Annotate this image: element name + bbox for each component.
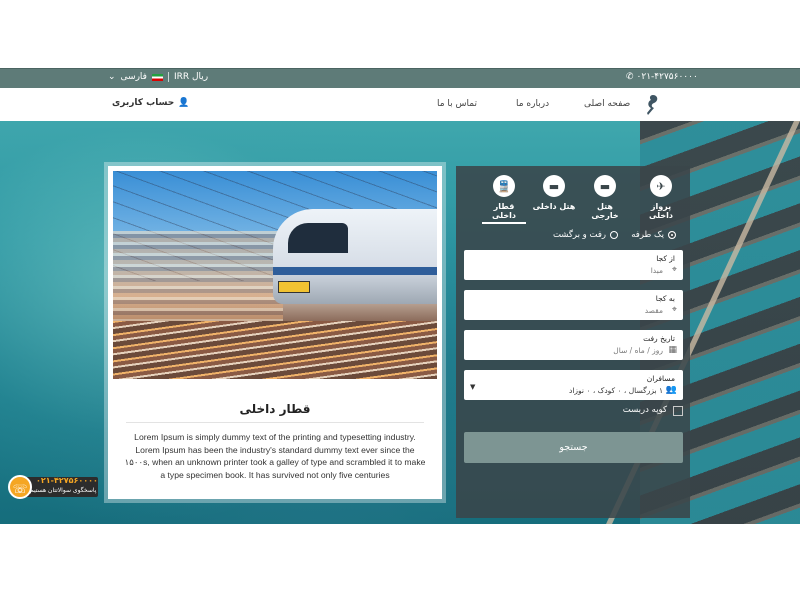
main-nav: صفحه اصلی درباره ما تماس با ما حساب کارب… <box>0 88 800 121</box>
radio-label: یک طرفه <box>631 230 664 240</box>
coupe-checkbox[interactable] <box>673 406 683 416</box>
origin-field[interactable]: از کجا ⌖ مبدا <box>464 250 683 280</box>
divider <box>167 72 169 82</box>
card-divider <box>126 422 424 423</box>
railway-track <box>113 321 437 379</box>
tab-label: قطار داخلی <box>492 202 516 220</box>
radio-dot <box>668 231 676 239</box>
tab-domestic-train[interactable]: 🚆 قطار داخلی <box>482 172 526 224</box>
info-card: قطار داخلی Lorem Ipsum is simply dummy t… <box>108 166 442 499</box>
card-title: قطار داخلی <box>239 402 311 416</box>
phone-icon: ✆ <box>626 72 634 82</box>
top-bar: ✆ ۰۲۱-۴۲۷۵۶۰۰۰۰ ⌄ فارسی IRR ریال <box>0 68 800 88</box>
locale-selector[interactable]: ⌄ فارسی IRR ریال <box>108 72 208 82</box>
nav-contact[interactable]: تماس با ما <box>437 99 477 109</box>
language-label[interactable]: فارسی <box>121 72 147 82</box>
top-phone-number: ۰۲۱-۴۲۷۵۶۰۰۰۰ <box>636 72 698 82</box>
field-label: مسافران <box>646 374 675 383</box>
search-panel: ✈ پرواز داخلی ▬ هتل خارجی ▬ هتل داخلی 🚆 … <box>456 166 690 518</box>
tab-label: هتل خارجی <box>591 202 619 220</box>
support-widget[interactable]: ☏ ۰۲۱-۴۲۷۵۶۰۰۰۰ پاسخگوی سوالاتتان هستیم <box>6 475 98 499</box>
origin-input[interactable]: مبدا <box>651 266 663 275</box>
bed-icon: ▬ <box>543 175 565 197</box>
radio-oneway[interactable]: یک طرفه <box>631 230 676 240</box>
airplane-icon: ✈ <box>650 175 672 197</box>
account-label: حساب کاربری <box>112 98 175 108</box>
field-label: تاریخ رفت <box>643 334 675 343</box>
train-photo <box>113 171 437 379</box>
support-caption: پاسخگوی سوالاتتان هستیم <box>30 487 97 494</box>
location-pin-icon: ⌖ <box>671 265 677 275</box>
users-icon: 👥 <box>665 385 677 395</box>
chevron-down-icon: ⌄ <box>108 72 116 82</box>
radio-roundtrip[interactable]: رفت و برگشت <box>553 230 618 240</box>
train-windshield <box>288 223 348 253</box>
caret-down-icon[interactable]: ▼ <box>470 383 475 391</box>
date-input[interactable]: روز / ماه / سال <box>613 346 663 355</box>
train-stripe <box>273 267 437 275</box>
field-label: به کجا <box>655 294 675 303</box>
search-button[interactable]: جستجو <box>464 432 683 463</box>
tab-domestic-hotel[interactable]: ▬ هتل داخلی <box>532 172 576 211</box>
nav-about[interactable]: درباره ما <box>516 99 549 109</box>
user-icon: 👤 <box>178 98 190 108</box>
coupe-label: کوپه دربست <box>622 405 667 415</box>
train-nose <box>278 281 310 293</box>
passengers-field[interactable]: مسافران 👥 ۱ بزرگسال ، ۰ کودک ، ۰ نوزاد ▼ <box>464 370 683 400</box>
coupe-option[interactable]: کوپه دربست <box>464 405 683 419</box>
location-pin-icon: ⌖ <box>671 305 677 315</box>
nav-home[interactable]: صفحه اصلی <box>584 99 630 109</box>
trip-type: یک طرفه رفت و برگشت <box>456 230 686 244</box>
account-link[interactable]: حساب کاربری 👤 <box>112 98 189 108</box>
destination-input[interactable]: مقصد <box>645 306 663 315</box>
card-description: Lorem Ipsum is simply dummy text of the … <box>124 432 426 480</box>
passengers-value: ۱ بزرگسال ، ۰ کودک ، ۰ نوزاد <box>569 386 663 395</box>
field-label: از کجا <box>656 254 675 263</box>
iran-flag-icon <box>151 73 163 81</box>
tab-foreign-hotel[interactable]: ▬ هتل خارجی <box>583 172 627 220</box>
top-phone[interactable]: ✆ ۰۲۱-۴۲۷۵۶۰۰۰۰ <box>626 72 698 82</box>
logo-icon[interactable] <box>642 93 662 117</box>
train-icon: 🚆 <box>493 175 515 197</box>
bed-icon: ▬ <box>594 175 616 197</box>
radio-dot <box>610 231 618 239</box>
support-phone: ۰۲۱-۴۲۷۵۶۰۰۰۰ <box>36 476 98 485</box>
destination-field[interactable]: به کجا ⌖ مقصد <box>464 290 683 320</box>
date-field[interactable]: تاریخ رفت ▦ روز / ماه / سال <box>464 330 683 360</box>
radio-label: رفت و برگشت <box>552 230 606 240</box>
phone-icon: ☏ <box>8 475 32 499</box>
search-tabs: ✈ پرواز داخلی ▬ هتل خارجی ▬ هتل داخلی 🚆 … <box>456 172 690 224</box>
tab-label: هتل داخلی <box>532 202 576 211</box>
calendar-icon: ▦ <box>668 345 677 355</box>
tab-domestic-flight[interactable]: ✈ پرواز داخلی <box>639 172 683 220</box>
currency-label[interactable]: IRR ریال <box>174 72 208 82</box>
tab-label: پرواز داخلی <box>649 202 673 220</box>
